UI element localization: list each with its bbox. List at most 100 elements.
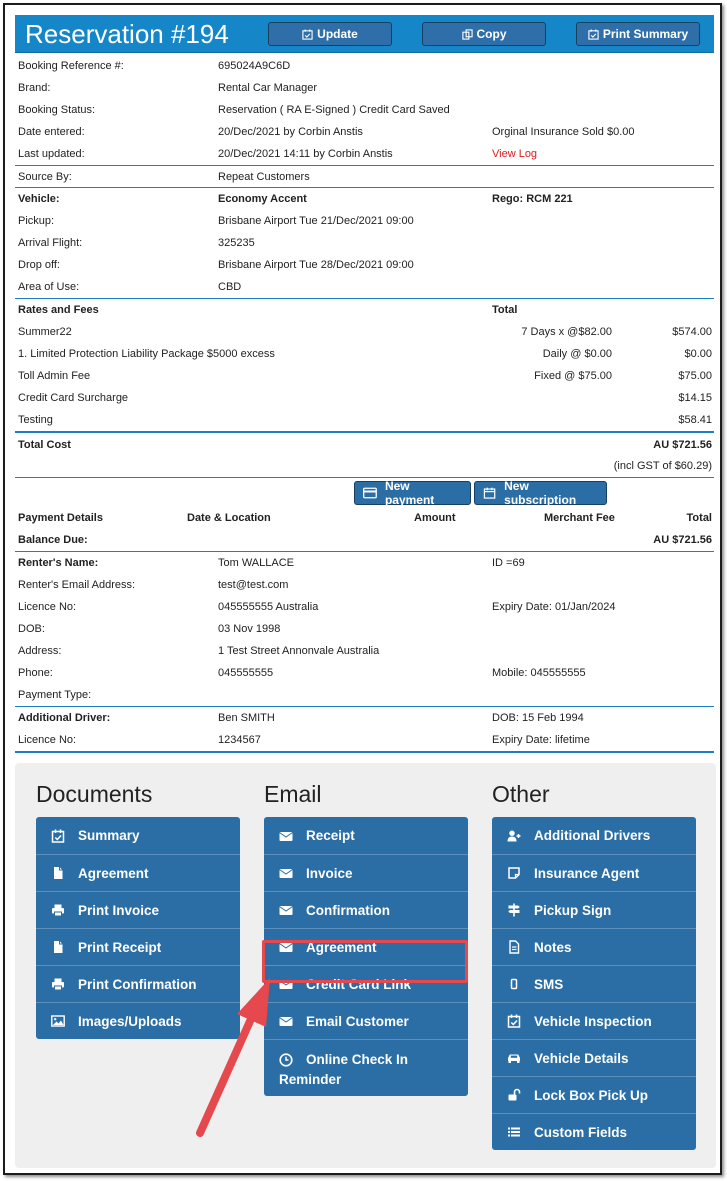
driver-licence-value: 1234567 xyxy=(218,734,261,746)
print-summary-button[interactable]: Print Summary xyxy=(576,22,700,46)
other-additional-drivers-item[interactable]: Additional Drivers xyxy=(492,817,696,854)
rate-name: Toll Admin Fee xyxy=(18,370,91,382)
licence-expiry-value: Expiry Date: 01/Jan/2024 xyxy=(492,601,616,613)
other-insurance-agent-item[interactable]: Insurance Agent xyxy=(492,854,696,891)
other-menu: Additional Drivers Insurance Agent Picku… xyxy=(492,817,696,1150)
reservation-panel: Reservation #194 Update Copy Print Summa… xyxy=(15,15,714,753)
field-label: Arrival Flight: xyxy=(18,237,83,249)
calendar-check-icon xyxy=(507,1014,521,1028)
other-lock-box-pick-up-item[interactable]: Lock Box Pick Up xyxy=(492,1076,696,1113)
reminder-line-2: Reminder xyxy=(279,1072,342,1087)
documents-images-uploads-item[interactable]: Images/Uploads xyxy=(36,1002,240,1039)
licence-row: Licence No: 045555555 Australia Expiry D… xyxy=(15,596,714,618)
field-label: DOB: xyxy=(18,623,45,635)
arrival-flight-value: 325235 xyxy=(218,237,255,249)
other-custom-fields-item[interactable]: Custom Fields xyxy=(492,1113,696,1150)
sticky-note-icon xyxy=(508,867,520,879)
additional-driver-section: Additional Driver: Ben SMITH DOB: 15 Feb… xyxy=(15,706,714,753)
rate-row: Testing $58.41 xyxy=(15,409,714,431)
envelope-icon xyxy=(279,906,293,915)
rate-row: Credit Card Surcharge $14.15 xyxy=(15,387,714,409)
driver-dob-value: DOB: 15 Feb 1994 xyxy=(492,712,584,724)
rate-name: Credit Card Surcharge xyxy=(18,392,129,404)
field-label: Brand: xyxy=(18,82,51,94)
vehicle-value: Economy Accent xyxy=(218,193,307,205)
documents-summary-item[interactable]: Summary xyxy=(36,817,240,854)
email-agreement-item[interactable]: Agreement xyxy=(264,928,468,965)
copy-button[interactable]: Copy xyxy=(422,22,546,46)
menu-item-label: Custom Fields xyxy=(534,1124,628,1140)
rate-amount: $58.41 xyxy=(678,414,712,426)
email-credit-card-link-item[interactable]: Credit Card Link xyxy=(264,965,468,1002)
email-confirmation-item[interactable]: Confirmation xyxy=(264,891,468,928)
other-sms-item[interactable]: SMS xyxy=(492,965,696,1002)
pickup-row: Pickup: Brisbane Airport Tue 21/Dec/2021… xyxy=(15,210,714,232)
new-payment-label: New payment xyxy=(384,479,435,507)
renter-name-row: Renter's Name: Tom WALLACE ID =69 xyxy=(15,552,714,574)
documents-print-confirmation-item[interactable]: Print Confirmation xyxy=(36,965,240,1002)
page-title: Reservation #194 xyxy=(25,19,229,49)
other-pickup-sign-item[interactable]: Pickup Sign xyxy=(492,891,696,928)
balance-due-label: Balance Due: xyxy=(18,534,88,546)
original-insurance-value: Orginal Insurance Sold $0.00 xyxy=(492,126,635,138)
email-invoice-item[interactable]: Invoice xyxy=(264,854,468,891)
new-payment-button[interactable]: New payment xyxy=(354,479,471,507)
pickup-value: Brisbane Airport Tue 21/Dec/2021 09:00 xyxy=(218,215,414,227)
field-label: Payment Type: xyxy=(18,689,92,701)
source-row: Source By: Repeat Customers xyxy=(15,165,714,187)
menu-item-label: SMS xyxy=(534,976,564,992)
menu-item-label: Additional Drivers xyxy=(534,828,651,843)
new-subscription-button[interactable]: New subscription xyxy=(474,479,607,507)
driver-name-value: Ben SMITH xyxy=(218,712,275,724)
last-updated-row: Last updated: 20/Dec/2021 14:11 by Corbi… xyxy=(15,143,714,165)
date-entered-row: Date entered: 20/Dec/2021 by Corbin Anst… xyxy=(15,121,714,143)
menu-item-label: Vehicle Details xyxy=(534,1050,629,1066)
menu-item-label: Summary xyxy=(78,828,140,843)
email-heading: Email xyxy=(264,781,322,807)
brand-row: Brand: Rental Car Manager xyxy=(15,77,714,99)
field-label: Renter's Email Address: xyxy=(18,579,136,591)
documents-print-invoice-item[interactable]: Print Invoice xyxy=(36,891,240,928)
file-icon xyxy=(54,867,63,879)
documents-agreement-item[interactable]: Agreement xyxy=(36,854,240,891)
menu-item-label: Print Receipt xyxy=(78,939,162,955)
envelope-icon xyxy=(279,943,293,952)
licence-value: 045555555 Australia xyxy=(218,601,319,613)
col-date-location: Date & Location xyxy=(187,512,271,524)
additional-driver-row: Additional Driver: Ben SMITH DOB: 15 Feb… xyxy=(15,707,714,729)
other-vehicle-details-item[interactable]: Vehicle Details xyxy=(492,1039,696,1076)
rates-section: Rates and Fees Total Summer22 7 Days x @… xyxy=(15,298,714,477)
area-of-use-value: CBD xyxy=(218,281,242,293)
envelope-icon xyxy=(279,831,293,841)
col-payment-details: Payment Details xyxy=(18,512,103,524)
rate-name: 1. Limited Protection Liability Package … xyxy=(18,348,275,360)
car-icon xyxy=(508,1054,520,1063)
file-icon xyxy=(54,941,63,953)
update-button[interactable]: Update xyxy=(268,22,392,46)
page-frame: Reservation #194 Update Copy Print Summa… xyxy=(3,3,722,1175)
renter-email-value: test@test.com xyxy=(218,579,289,591)
menu-item-label: Confirmation xyxy=(306,902,390,918)
menu-item-label: Insurance Agent xyxy=(534,865,640,881)
documents-column: Documents Summary Agreement Print Invoic… xyxy=(36,779,240,1039)
view-log-link[interactable]: View Log xyxy=(492,143,537,165)
email-customer-item[interactable]: Email Customer xyxy=(264,1002,468,1039)
email-online-checkin-reminder-item[interactable]: Online Check In Reminder xyxy=(264,1039,468,1096)
rate-row: 1. Limited Protection Liability Package … xyxy=(15,343,714,365)
email-receipt-item[interactable]: Receipt xyxy=(264,817,468,854)
other-column: Other Additional Drivers Insurance Agent… xyxy=(492,779,696,1150)
total-cost-label: Total Cost xyxy=(18,439,71,451)
menu-item-label: Email Customer xyxy=(306,1013,409,1029)
address-row: Address: 1 Test Street Annonvale Austral… xyxy=(15,640,714,662)
other-notes-item[interactable]: Notes xyxy=(492,928,696,965)
reservation-header: Reservation #194 Update Copy Print Summa… xyxy=(15,15,714,53)
rates-header-row: Rates and Fees Total xyxy=(15,299,714,321)
menu-item-label: Agreement xyxy=(306,939,377,955)
field-label: Licence No: xyxy=(18,601,77,613)
rate-name: Summer22 xyxy=(18,326,72,338)
booking-status-value: Reservation ( RA E-Signed ) Credit Card … xyxy=(218,104,450,116)
col-amount: Amount xyxy=(414,512,456,524)
other-vehicle-inspection-item[interactable]: Vehicle Inspection xyxy=(492,1002,696,1039)
payment-type-row: Payment Type: xyxy=(15,684,714,706)
documents-print-receipt-item[interactable]: Print Receipt xyxy=(36,928,240,965)
